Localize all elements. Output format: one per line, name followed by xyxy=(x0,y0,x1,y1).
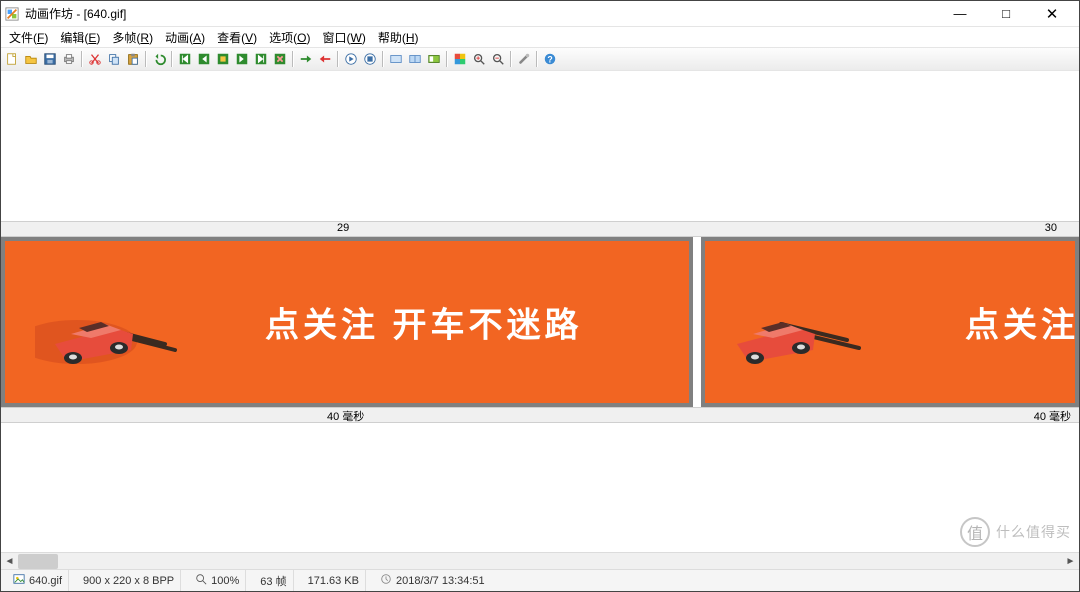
menu-animation[interactable]: 动画(A) xyxy=(165,29,205,46)
clock-icon xyxy=(380,573,392,588)
help-button[interactable]: ? xyxy=(541,50,559,68)
frame-image-30: 点关注 xyxy=(705,241,1075,403)
horizontal-scrollbar[interactable]: ◄ ► xyxy=(1,552,1079,569)
close-button[interactable]: ✕ xyxy=(1029,1,1075,27)
zoom-in-button[interactable] xyxy=(470,50,488,68)
menu-view[interactable]: 查看(V) xyxy=(217,29,257,46)
image-icon xyxy=(13,573,25,588)
blank-area-top xyxy=(1,71,1079,221)
play-button[interactable] xyxy=(342,50,360,68)
statusbar: 640.gif 900 x 220 x 8 BPP 100% 63 帧 171.… xyxy=(1,569,1079,591)
first-frame-button[interactable] xyxy=(176,50,194,68)
prev-frame-button[interactable] xyxy=(195,50,213,68)
last-frame-button[interactable] xyxy=(252,50,270,68)
frame-caption-30: 点关注 xyxy=(965,298,1075,347)
toolbar: ? xyxy=(1,47,1079,71)
status-zoom: 100% xyxy=(189,570,246,591)
copy-button[interactable] xyxy=(105,50,123,68)
maximize-button[interactable]: □ xyxy=(983,1,1029,27)
status-filename: 640.gif xyxy=(7,570,69,591)
app-icon xyxy=(5,7,19,21)
delete-frame-button[interactable] xyxy=(271,50,289,68)
menu-options[interactable]: 选项(O) xyxy=(269,29,310,46)
save-button[interactable] xyxy=(41,50,59,68)
next-frame-button[interactable] xyxy=(233,50,251,68)
status-framecount: 63 帧 xyxy=(254,570,293,591)
status-dimensions: 900 x 220 x 8 BPP xyxy=(77,570,181,591)
workspace: 29 30 xyxy=(1,71,1079,569)
scroll-left-button[interactable]: ◄ xyxy=(1,553,18,570)
app-window: 动画作坊 - [640.gif] — □ ✕ 文件(F) 编辑(E) 多帧(R)… xyxy=(0,0,1080,592)
frame-caption-29: 点关注 开车不迷路 xyxy=(265,298,582,347)
svg-text:?: ? xyxy=(547,55,552,65)
menu-file[interactable]: 文件(F) xyxy=(9,29,48,46)
frame-index-b: 30 xyxy=(1045,222,1057,234)
window-title: 动画作坊 - [640.gif] xyxy=(25,5,126,22)
frame-30[interactable]: 点关注 xyxy=(701,237,1079,407)
titlebar: 动画作坊 - [640.gif] — □ ✕ xyxy=(1,1,1079,27)
frame-delay-a: 40 毫秒 xyxy=(327,408,364,424)
go-button[interactable] xyxy=(297,50,315,68)
view-mode-3-button[interactable] xyxy=(425,50,443,68)
menu-help[interactable]: 帮助(H) xyxy=(378,29,419,46)
view-mode-2-button[interactable] xyxy=(406,50,424,68)
undo-button[interactable] xyxy=(150,50,168,68)
frame-index-a: 29 xyxy=(337,222,349,234)
zoom-out-button[interactable] xyxy=(489,50,507,68)
cut-button[interactable] xyxy=(86,50,104,68)
car-icon xyxy=(35,284,195,379)
new-file-button[interactable] xyxy=(3,50,21,68)
scroll-right-button[interactable]: ► xyxy=(1062,553,1079,570)
menubar: 文件(F) 编辑(E) 多帧(R) 动画(A) 查看(V) 选项(O) 窗口(W… xyxy=(1,27,1079,47)
menu-edit[interactable]: 编辑(E) xyxy=(60,29,100,46)
status-filesize: 171.63 KB xyxy=(302,570,366,591)
watermark: 值 什么值得买 xyxy=(960,517,1071,547)
car-icon xyxy=(719,284,879,379)
settings-button[interactable] xyxy=(515,50,533,68)
frame-strip[interactable]: 点关注 开车不迷路 xyxy=(1,237,1079,407)
minimize-button[interactable]: — xyxy=(937,1,983,27)
magnifier-icon xyxy=(195,573,207,588)
scroll-thumb[interactable] xyxy=(18,554,58,569)
frame-29[interactable]: 点关注 开车不迷路 xyxy=(1,237,693,407)
open-file-button[interactable] xyxy=(22,50,40,68)
color-picker-button[interactable] xyxy=(451,50,469,68)
frame-delay-bar: 40 毫秒 40 毫秒 xyxy=(1,407,1079,423)
watermark-text: 什么值得买 xyxy=(996,522,1071,542)
stop-button[interactable] xyxy=(361,50,379,68)
menu-window[interactable]: 窗口(W) xyxy=(323,29,366,46)
reverse-button[interactable] xyxy=(316,50,334,68)
menu-frames[interactable]: 多帧(R) xyxy=(112,29,153,46)
view-mode-1-button[interactable] xyxy=(387,50,405,68)
scroll-track[interactable] xyxy=(18,553,1062,570)
status-datetime: 2018/3/7 13:34:51 xyxy=(374,570,491,591)
frame-image-29: 点关注 开车不迷路 xyxy=(5,241,689,403)
paste-button[interactable] xyxy=(124,50,142,68)
watermark-badge: 值 xyxy=(960,517,990,547)
insert-frame-button[interactable] xyxy=(214,50,232,68)
print-button[interactable] xyxy=(60,50,78,68)
frame-index-bar: 29 30 xyxy=(1,221,1079,237)
frame-delay-b: 40 毫秒 xyxy=(1034,408,1071,424)
